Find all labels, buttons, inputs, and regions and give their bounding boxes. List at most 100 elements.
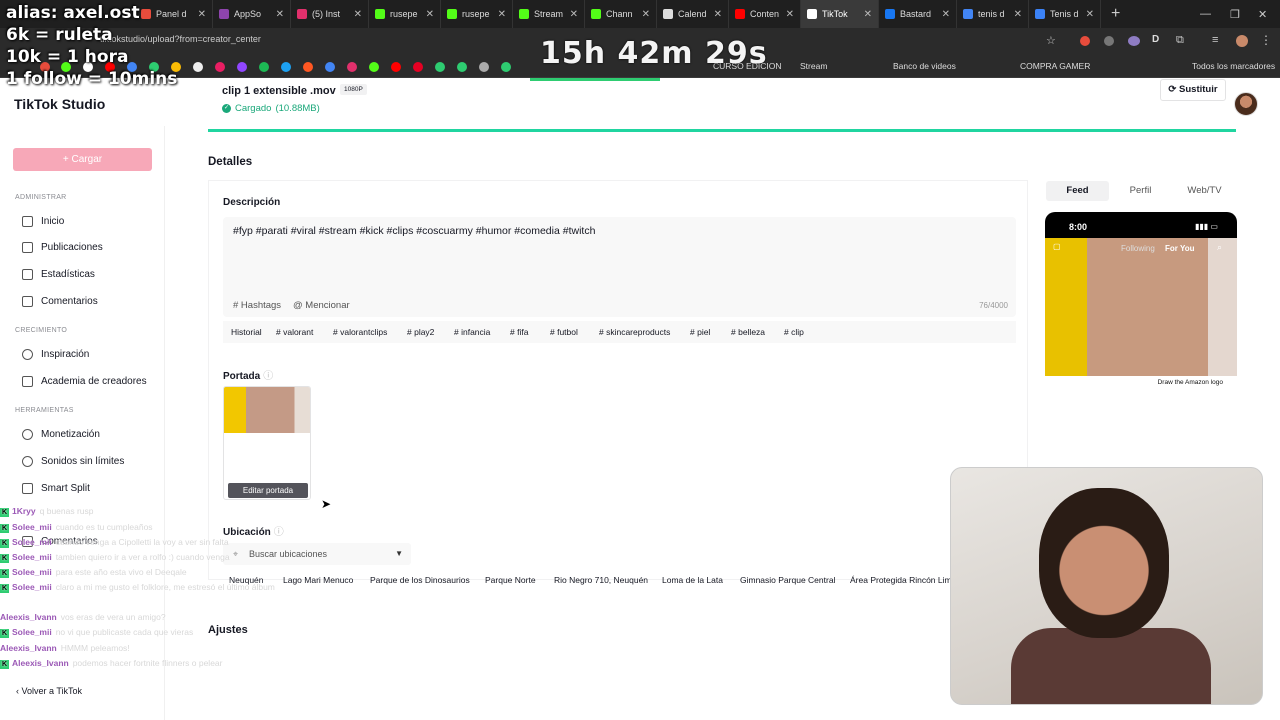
chat-message: Aleexis_Ivann vos eras de vera un amigo? — [0, 612, 166, 622]
chat-message: K Solee_mii no vi que publicaste cada que … — [0, 627, 194, 638]
puzzle-icon[interactable]: ⧉ — [1176, 34, 1184, 47]
tiktok-logo[interactable]: TikTok Studio — [14, 96, 105, 112]
location-chip[interactable]: Rio Negro 710, Neuquén — [554, 575, 648, 585]
browser-tab[interactable]: Bastard ✕ — [879, 0, 957, 28]
hashtag-chip[interactable]: # piel — [690, 327, 710, 337]
hashtag-chip[interactable]: # belleza — [731, 327, 765, 337]
browser-tab-active[interactable]: TikTok ✕ — [801, 0, 879, 28]
menu-list-icon[interactable]: ≡ — [1212, 34, 1218, 46]
close-icon[interactable]: ✕ — [642, 9, 650, 20]
close-icon[interactable]: ✕ — [498, 9, 506, 20]
phone-preview: 8:00 ▮▮▮ ▭ ▢ Following For You ⌕ — [1045, 212, 1237, 386]
sidebar-item-estadisticas[interactable]: Estadísticas — [22, 269, 95, 280]
browser-tab[interactable]: Conten ✕ — [729, 0, 801, 28]
avatar[interactable] — [1234, 92, 1258, 116]
browser-tab[interactable]: AppSo ✕ — [213, 0, 291, 28]
webcam-overlay — [950, 467, 1263, 705]
location-search-dropdown[interactable]: ⌖ Buscar ubicaciones ▼ — [223, 543, 411, 565]
minimize-icon[interactable]: — — [1200, 8, 1211, 20]
close-icon[interactable]: ✕ — [198, 9, 206, 20]
location-label: Ubicación ⓘ — [223, 527, 284, 538]
sidebar-item-publicaciones[interactable]: Publicaciones — [22, 242, 103, 253]
mention-button[interactable]: @ Mencionar — [293, 300, 350, 311]
sidebar-item-monetizacion[interactable]: Monetización — [22, 429, 100, 440]
refresh-icon: ⟳ — [1168, 84, 1180, 95]
money-icon — [22, 429, 33, 440]
posts-icon — [22, 242, 33, 253]
browser-tab[interactable]: Tenis d ✕ — [1029, 0, 1101, 28]
close-window-icon[interactable]: ✕ — [1258, 8, 1267, 21]
mouse-cursor-icon: ➤ — [321, 497, 332, 511]
hashtag-chip[interactable]: # valorantclips — [333, 327, 387, 337]
close-icon[interactable]: ✕ — [426, 9, 434, 20]
preview-tabs: Feed Perfil Web/TV — [1046, 181, 1236, 201]
extension-icon[interactable]: D — [1152, 34, 1159, 45]
extension-icon[interactable] — [1080, 36, 1090, 46]
profile-avatar[interactable] — [1236, 35, 1248, 47]
browser-tab[interactable]: rusepe ✕ — [441, 0, 513, 28]
close-icon[interactable]: ✕ — [786, 9, 794, 20]
location-chip[interactable]: Gimnasio Parque Central — [740, 575, 835, 585]
sidebar-item-inicio[interactable]: Inicio — [22, 216, 64, 227]
overlay-line: 10k = 1 hora — [6, 47, 129, 67]
close-icon[interactable]: ✕ — [942, 9, 950, 20]
close-icon[interactable]: ✕ — [276, 9, 284, 20]
info-icon[interactable]: ⓘ — [274, 527, 284, 538]
close-icon[interactable]: ✕ — [864, 9, 872, 20]
location-chip[interactable]: Lago Mari Menuco — [283, 575, 353, 585]
browser-tab[interactable]: Calend ✕ — [657, 0, 729, 28]
tab-perfil[interactable]: Perfil — [1109, 181, 1172, 201]
browser-tab[interactable]: rusepe ✕ — [369, 0, 441, 28]
stream-text-overlay: alias: axel.ost 6k = ruleta 10k = 1 hora… — [6, 2, 177, 90]
sidebar-item-comentarios[interactable]: Comentarios — [22, 296, 98, 307]
close-icon[interactable]: ✕ — [570, 9, 578, 20]
analytics-icon — [22, 269, 33, 280]
location-chip[interactable]: Loma de la Lata — [662, 575, 723, 585]
replace-button[interactable]: ⟳ Sustituir — [1160, 79, 1226, 101]
hashtags-button[interactable]: # Hashtags — [233, 300, 281, 311]
hashtag-chip[interactable]: # fifa — [510, 327, 528, 337]
sidebar-item-sonidos[interactable]: Sonidos sin límites — [22, 456, 124, 467]
hashtag-chip[interactable]: # clip — [784, 327, 804, 337]
phone-caption: Draw the Amazon logo — [1045, 376, 1237, 390]
tag-history[interactable]: Historial — [231, 327, 262, 337]
new-tab-icon[interactable]: + — [1111, 5, 1120, 23]
location-chip[interactable]: Parque de los Dinosaurios — [370, 575, 470, 585]
cover-thumbnail[interactable]: Editar portada — [223, 386, 311, 500]
edit-cover-button[interactable]: Editar portada — [228, 483, 308, 498]
close-icon[interactable]: ✕ — [354, 9, 362, 20]
info-icon[interactable]: ⓘ — [263, 371, 273, 382]
tab-feed[interactable]: Feed — [1046, 181, 1109, 201]
close-icon[interactable]: ✕ — [1014, 9, 1022, 20]
chat-message: K Solee_mii cuando es tu cumpleaños — [0, 522, 153, 533]
kebab-menu-icon[interactable]: ⋮ — [1260, 33, 1272, 47]
maximize-icon[interactable]: ❐ — [1230, 8, 1240, 21]
char-count: 76/4000 — [979, 301, 1008, 310]
sidebar-item-inspiracion[interactable]: Inspiración — [22, 349, 89, 360]
browser-tab[interactable]: tenis d ✕ — [957, 0, 1029, 28]
back-to-tiktok-link[interactable]: ‹ Volver a TikTok — [16, 686, 82, 696]
close-icon[interactable]: ✕ — [1086, 9, 1094, 20]
location-chip[interactable]: Parque Norte — [485, 575, 536, 585]
hashtag-chip[interactable]: # infancia — [454, 327, 490, 337]
hashtag-chip[interactable]: # futbol — [550, 327, 578, 337]
description-input[interactable]: #fyp #parati #viral #stream #kick #clips… — [223, 217, 1016, 317]
hashtag-chip[interactable]: # play2 — [407, 327, 434, 337]
tab-web-tv[interactable]: Web/TV — [1173, 181, 1236, 201]
star-icon[interactable]: ☆ — [1046, 34, 1056, 47]
browser-tab[interactable]: (5) Inst ✕ — [291, 0, 369, 28]
location-chip[interactable]: Área Protegida Rincón Lima — [850, 575, 956, 585]
hashtag-chip[interactable]: # valorant — [276, 327, 313, 337]
browser-tab[interactable]: Stream ✕ — [513, 0, 585, 28]
phone-time: 8:00 — [1069, 222, 1088, 232]
browser-tab[interactable]: Chann ✕ — [585, 0, 657, 28]
extension-icon[interactable] — [1128, 36, 1140, 46]
close-icon[interactable]: ✕ — [714, 9, 722, 20]
bookmark-icon[interactable] — [193, 62, 203, 72]
hashtag-chip[interactable]: # skincareproducts — [599, 327, 670, 337]
upload-button[interactable]: + Cargar — [13, 148, 152, 171]
sidebar-item-smart-split[interactable]: Smart Split — [22, 483, 90, 494]
sidebar-item-academia[interactable]: Academia de creadores — [22, 376, 147, 387]
extension-icon[interactable] — [1104, 36, 1114, 46]
cover-image — [224, 387, 310, 433]
